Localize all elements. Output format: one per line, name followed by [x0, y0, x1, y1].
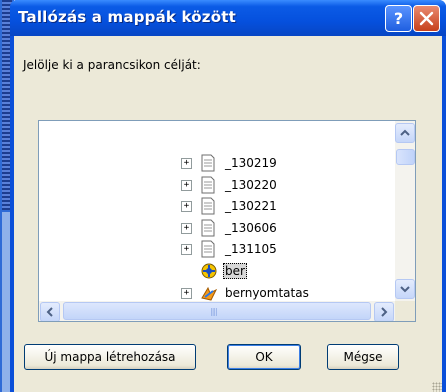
document-icon	[200, 197, 216, 215]
tree-item[interactable]: + _130606	[39, 218, 415, 240]
chevron-right-icon	[381, 307, 388, 317]
tree-item[interactable]: + _131105	[39, 239, 415, 261]
folder-tree[interactable]: + _130219 + _130220 + _130221 + _130606 + _131105…	[38, 120, 416, 322]
horizontal-scroll-thumb[interactable]: ||||	[63, 302, 371, 320]
ok-button[interactable]: OK	[227, 344, 301, 370]
expand-icon[interactable]: +	[181, 179, 192, 191]
chevron-down-icon	[400, 286, 410, 293]
expand-icon[interactable]: +	[181, 201, 192, 213]
tree-item-label: _130219	[225, 156, 277, 170]
tree-item[interactable]: + _130220	[39, 175, 415, 197]
new-folder-button[interactable]: Új mappa létrehozása	[24, 344, 196, 370]
tree-item-label: _130221	[225, 199, 277, 214]
browse-folder-dialog: Tallózás a mappák között ? Jelölje ki a …	[10, 0, 446, 392]
expand-icon[interactable]: +	[181, 158, 192, 169]
program-icon	[200, 262, 217, 280]
tree-item[interactable]: + _130221	[39, 196, 415, 218]
instruction-label: Jelölje ki a parancsikon célját:	[23, 58, 201, 72]
expand-icon[interactable]: +	[181, 287, 192, 299]
document-icon	[200, 219, 216, 237]
expand-icon[interactable]: +	[181, 244, 192, 256]
chevron-left-icon	[46, 307, 53, 317]
scrollbar-corner	[395, 301, 415, 321]
document-icon	[200, 154, 216, 172]
close-button[interactable]	[413, 5, 440, 32]
dialog-body: Jelölje ki a parancsikon célját: + _13021…	[14, 36, 442, 392]
tree-item-label: ber	[223, 263, 247, 279]
scroll-right-button[interactable]	[374, 302, 394, 321]
chevron-up-icon	[400, 129, 410, 136]
document-icon	[200, 240, 216, 258]
scroll-down-button[interactable]	[395, 279, 415, 299]
tree-item-label: _131105	[225, 242, 277, 257]
scroll-up-button[interactable]	[395, 123, 415, 143]
title-bar[interactable]: Tallózás a mappák között ?	[10, 0, 446, 36]
dialog-title: Tallózás a mappák között	[18, 8, 236, 26]
tree-item-label: _130220	[225, 177, 277, 192]
vertical-scrollbar[interactable]	[395, 121, 415, 301]
tree-item-label: _130606	[225, 220, 277, 235]
vertical-scroll-thumb[interactable]	[396, 149, 415, 165]
help-button[interactable]: ?	[385, 5, 412, 32]
close-icon	[419, 11, 434, 26]
tree-item[interactable]: ber	[39, 261, 415, 283]
scroll-left-button[interactable]	[40, 302, 60, 321]
document-icon	[200, 176, 216, 194]
horizontal-scrollbar[interactable]: ||||	[39, 301, 395, 321]
tree-item[interactable]: + _130219	[39, 153, 415, 175]
resize-grip[interactable]	[432, 382, 442, 392]
grip-icon: ||||	[210, 307, 218, 316]
shortcut-icon	[200, 284, 218, 302]
tree-item-label: bernyomtatas	[225, 285, 309, 300]
expand-icon[interactable]: +	[181, 222, 192, 234]
cancel-button[interactable]: Mégse	[327, 344, 399, 370]
